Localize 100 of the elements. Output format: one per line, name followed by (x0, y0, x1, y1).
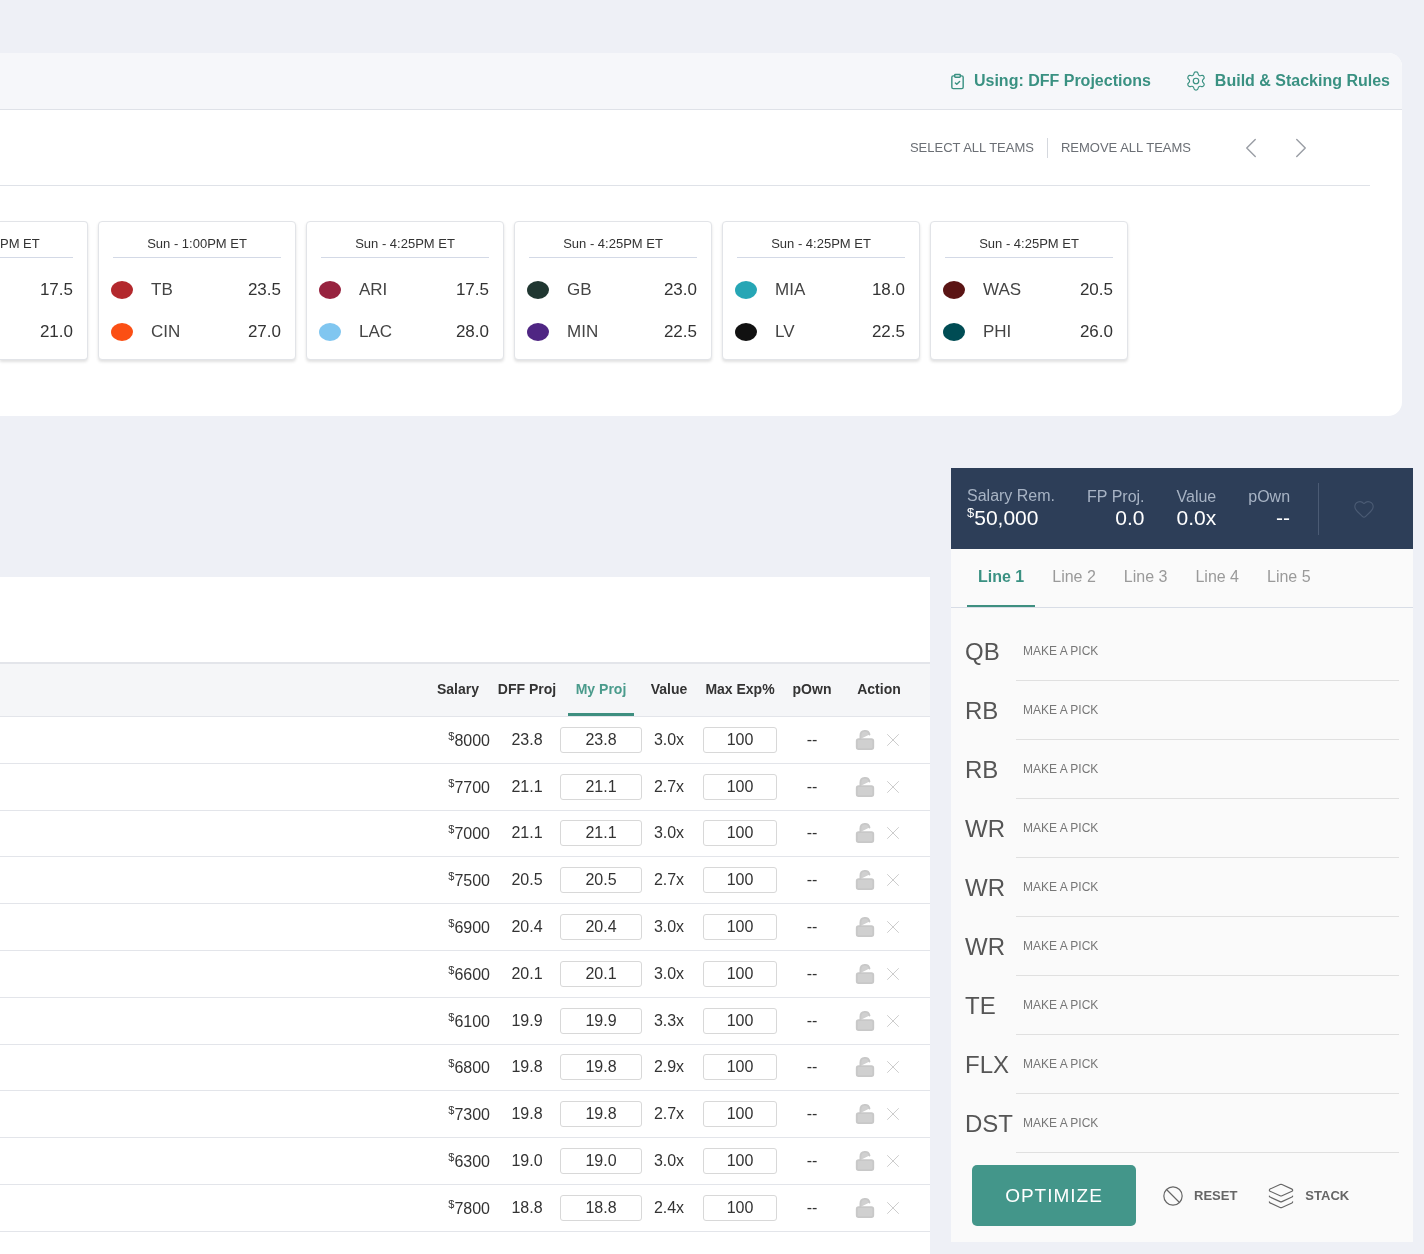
column-header[interactable]: pOwn (788, 664, 836, 716)
projection-input[interactable]: 19.8 (560, 1101, 642, 1128)
game-card[interactable]: Sun - 4:25PM ET WAS 20.5 PHI 26.0 (930, 221, 1128, 360)
column-header[interactable]: Max Exp% (704, 664, 776, 716)
position-label: QB (965, 637, 1001, 666)
unlock-icon[interactable] (854, 775, 876, 798)
player-slot[interactable]: MAKE A PICK (1016, 681, 1399, 740)
projections-link[interactable]: Using: DFF Projections (948, 72, 1151, 90)
player-slot[interactable]: MAKE A PICK (1016, 976, 1399, 1035)
projection-input[interactable]: 19.9 (560, 1007, 642, 1034)
team-score: 17.5 (39, 280, 73, 300)
salary-cell-text: $^{$}$8000 (447, 729, 491, 751)
team-abbreviation: ARI (359, 280, 388, 300)
unlock-icon[interactable] (854, 916, 876, 939)
team-abbreviation: CIN (151, 322, 181, 342)
table-cell-text: 3.0x (652, 1152, 686, 1171)
unlock-icon[interactable] (854, 728, 876, 751)
gear-icon (1184, 70, 1207, 92)
player-slot[interactable]: MAKE A PICK (1016, 740, 1399, 799)
game-card[interactable]: PM ET 17.5 21.0 (0, 221, 88, 360)
game-time: Sun - 4:25PM ET (945, 222, 1113, 258)
projection-input[interactable]: 18.8 (560, 1194, 642, 1221)
table-cell-text: 21.1 (510, 777, 544, 796)
table-cell-text: 2.9x (652, 1058, 686, 1077)
team-action-link[interactable]: SELECT ALL TEAMS (896, 140, 1047, 155)
table-cell-text: -- (805, 730, 819, 749)
game-card[interactable]: Sun - 4:25PM ET GB 23.0 MIN 22.5 (514, 221, 712, 360)
player-slot[interactable]: MAKE A PICK (1016, 917, 1399, 976)
salary-cell-text: $^{$}$6300 (447, 1150, 491, 1172)
table-cell-text: 23.8 (510, 730, 544, 749)
game-time: Sun - 4:25PM ET (529, 222, 697, 258)
projection-input[interactable]: 21.1 (560, 773, 642, 800)
table-cell-text: 20.1 (510, 964, 544, 983)
unlock-icon[interactable] (854, 1009, 876, 1032)
projection-input[interactable]: 19.0 (560, 1148, 642, 1175)
column-header[interactable]: Value (646, 664, 692, 716)
exposure-input[interactable]: 100 (703, 726, 777, 753)
table-cell-text: -- (805, 1152, 819, 1171)
projection-input[interactable]: 20.1 (560, 960, 642, 987)
projection-input[interactable]: 20.4 (560, 914, 642, 941)
exposure-input[interactable]: 100 (703, 1007, 777, 1034)
stack-button[interactable]: STACK (1267, 1181, 1350, 1210)
unlock-icon[interactable] (854, 822, 876, 845)
salary-cell-text: $^{$}$7700 (447, 776, 491, 797)
unlock-icon[interactable] (854, 962, 876, 985)
optimize-button[interactable]: OPTIMIZE (972, 1165, 1136, 1226)
stat-label: pOwn (1248, 487, 1291, 506)
clipboard-check-icon (948, 72, 966, 90)
team-action-link[interactable]: REMOVE ALL TEAMS (1047, 140, 1204, 155)
layers-icon (1267, 1181, 1296, 1210)
settings-link[interactable]: Build & Stacking Rules (1184, 70, 1390, 92)
column-header[interactable]: DFF Proj (498, 664, 556, 716)
projection-input[interactable]: 23.8 (560, 726, 642, 753)
projection-input[interactable]: 21.1 (560, 820, 642, 847)
player-slot[interactable]: MAKE A PICK (1016, 799, 1399, 858)
unlock-icon[interactable] (854, 1103, 876, 1126)
table-cell-text: 3.0x (652, 918, 686, 937)
unlock-icon[interactable] (854, 1056, 876, 1079)
stat-value: 0.0 (1114, 505, 1145, 530)
unlock-icon[interactable] (854, 1150, 876, 1173)
column-header[interactable]: Salary (430, 664, 486, 716)
projection-input[interactable]: 19.8 (560, 1054, 642, 1081)
stat-value: -- (1275, 505, 1291, 530)
salary-cell-text: $^{$}$6900 (447, 916, 491, 938)
table-cell-text: 19.8 (510, 1058, 544, 1077)
team-score: 20.5 (1079, 280, 1113, 300)
column-header[interactable]: Action (848, 664, 910, 716)
game-time: Sun - 4:25PM ET (737, 222, 905, 258)
player-slot[interactable]: MAKE A PICK (1016, 858, 1399, 917)
game-card[interactable]: Sun - 1:00PM ET TB 23.5 CIN 27.0 (98, 221, 296, 360)
player-slot[interactable]: MAKE A PICK (1016, 622, 1399, 681)
projection-input[interactable]: 20.5 (560, 867, 642, 894)
exposure-input[interactable]: 100 (703, 960, 777, 987)
unlock-icon[interactable] (854, 869, 876, 892)
exposure-input[interactable]: 100 (703, 867, 777, 894)
table-cell-text: -- (805, 1105, 819, 1124)
exposure-input[interactable]: 100 (703, 1148, 777, 1175)
team-score: 18.0 (871, 280, 905, 300)
exposure-input[interactable]: 100 (703, 1101, 777, 1128)
table-cell-text: 2.7x (652, 777, 686, 796)
player-slot[interactable]: MAKE A PICK (1016, 1035, 1399, 1094)
table-cell-text: 3.0x (652, 730, 686, 749)
game-card[interactable]: Sun - 4:25PM ET MIA 18.0 LV 22.5 (722, 221, 920, 360)
lineup-tab[interactable]: Line 1 (967, 549, 1036, 607)
exposure-input[interactable]: 100 (703, 1194, 777, 1221)
team-abbreviation: LAC (359, 322, 393, 342)
table-cell-text: 18.8 (510, 1198, 544, 1217)
salary-cell-text: $^{$}$7500 (447, 870, 491, 891)
team-score: 27.0 (247, 322, 281, 342)
game-card[interactable]: Sun - 4:25PM ET ARI 17.5 LAC 28.0 (306, 221, 504, 360)
exposure-input[interactable]: 100 (703, 1054, 777, 1081)
team-abbreviation: LV (775, 322, 795, 342)
exposure-input[interactable]: 100 (703, 773, 777, 800)
exposure-input[interactable]: 100 (703, 820, 777, 847)
unlock-icon[interactable] (854, 1196, 876, 1219)
reset-button[interactable]: RESET (1162, 1184, 1238, 1207)
exposure-input[interactable]: 100 (703, 914, 777, 941)
team-abbreviation: MIN (567, 322, 599, 342)
player-slot[interactable]: MAKE A PICK (1016, 1094, 1399, 1153)
team-abbreviation: TB (151, 280, 173, 300)
